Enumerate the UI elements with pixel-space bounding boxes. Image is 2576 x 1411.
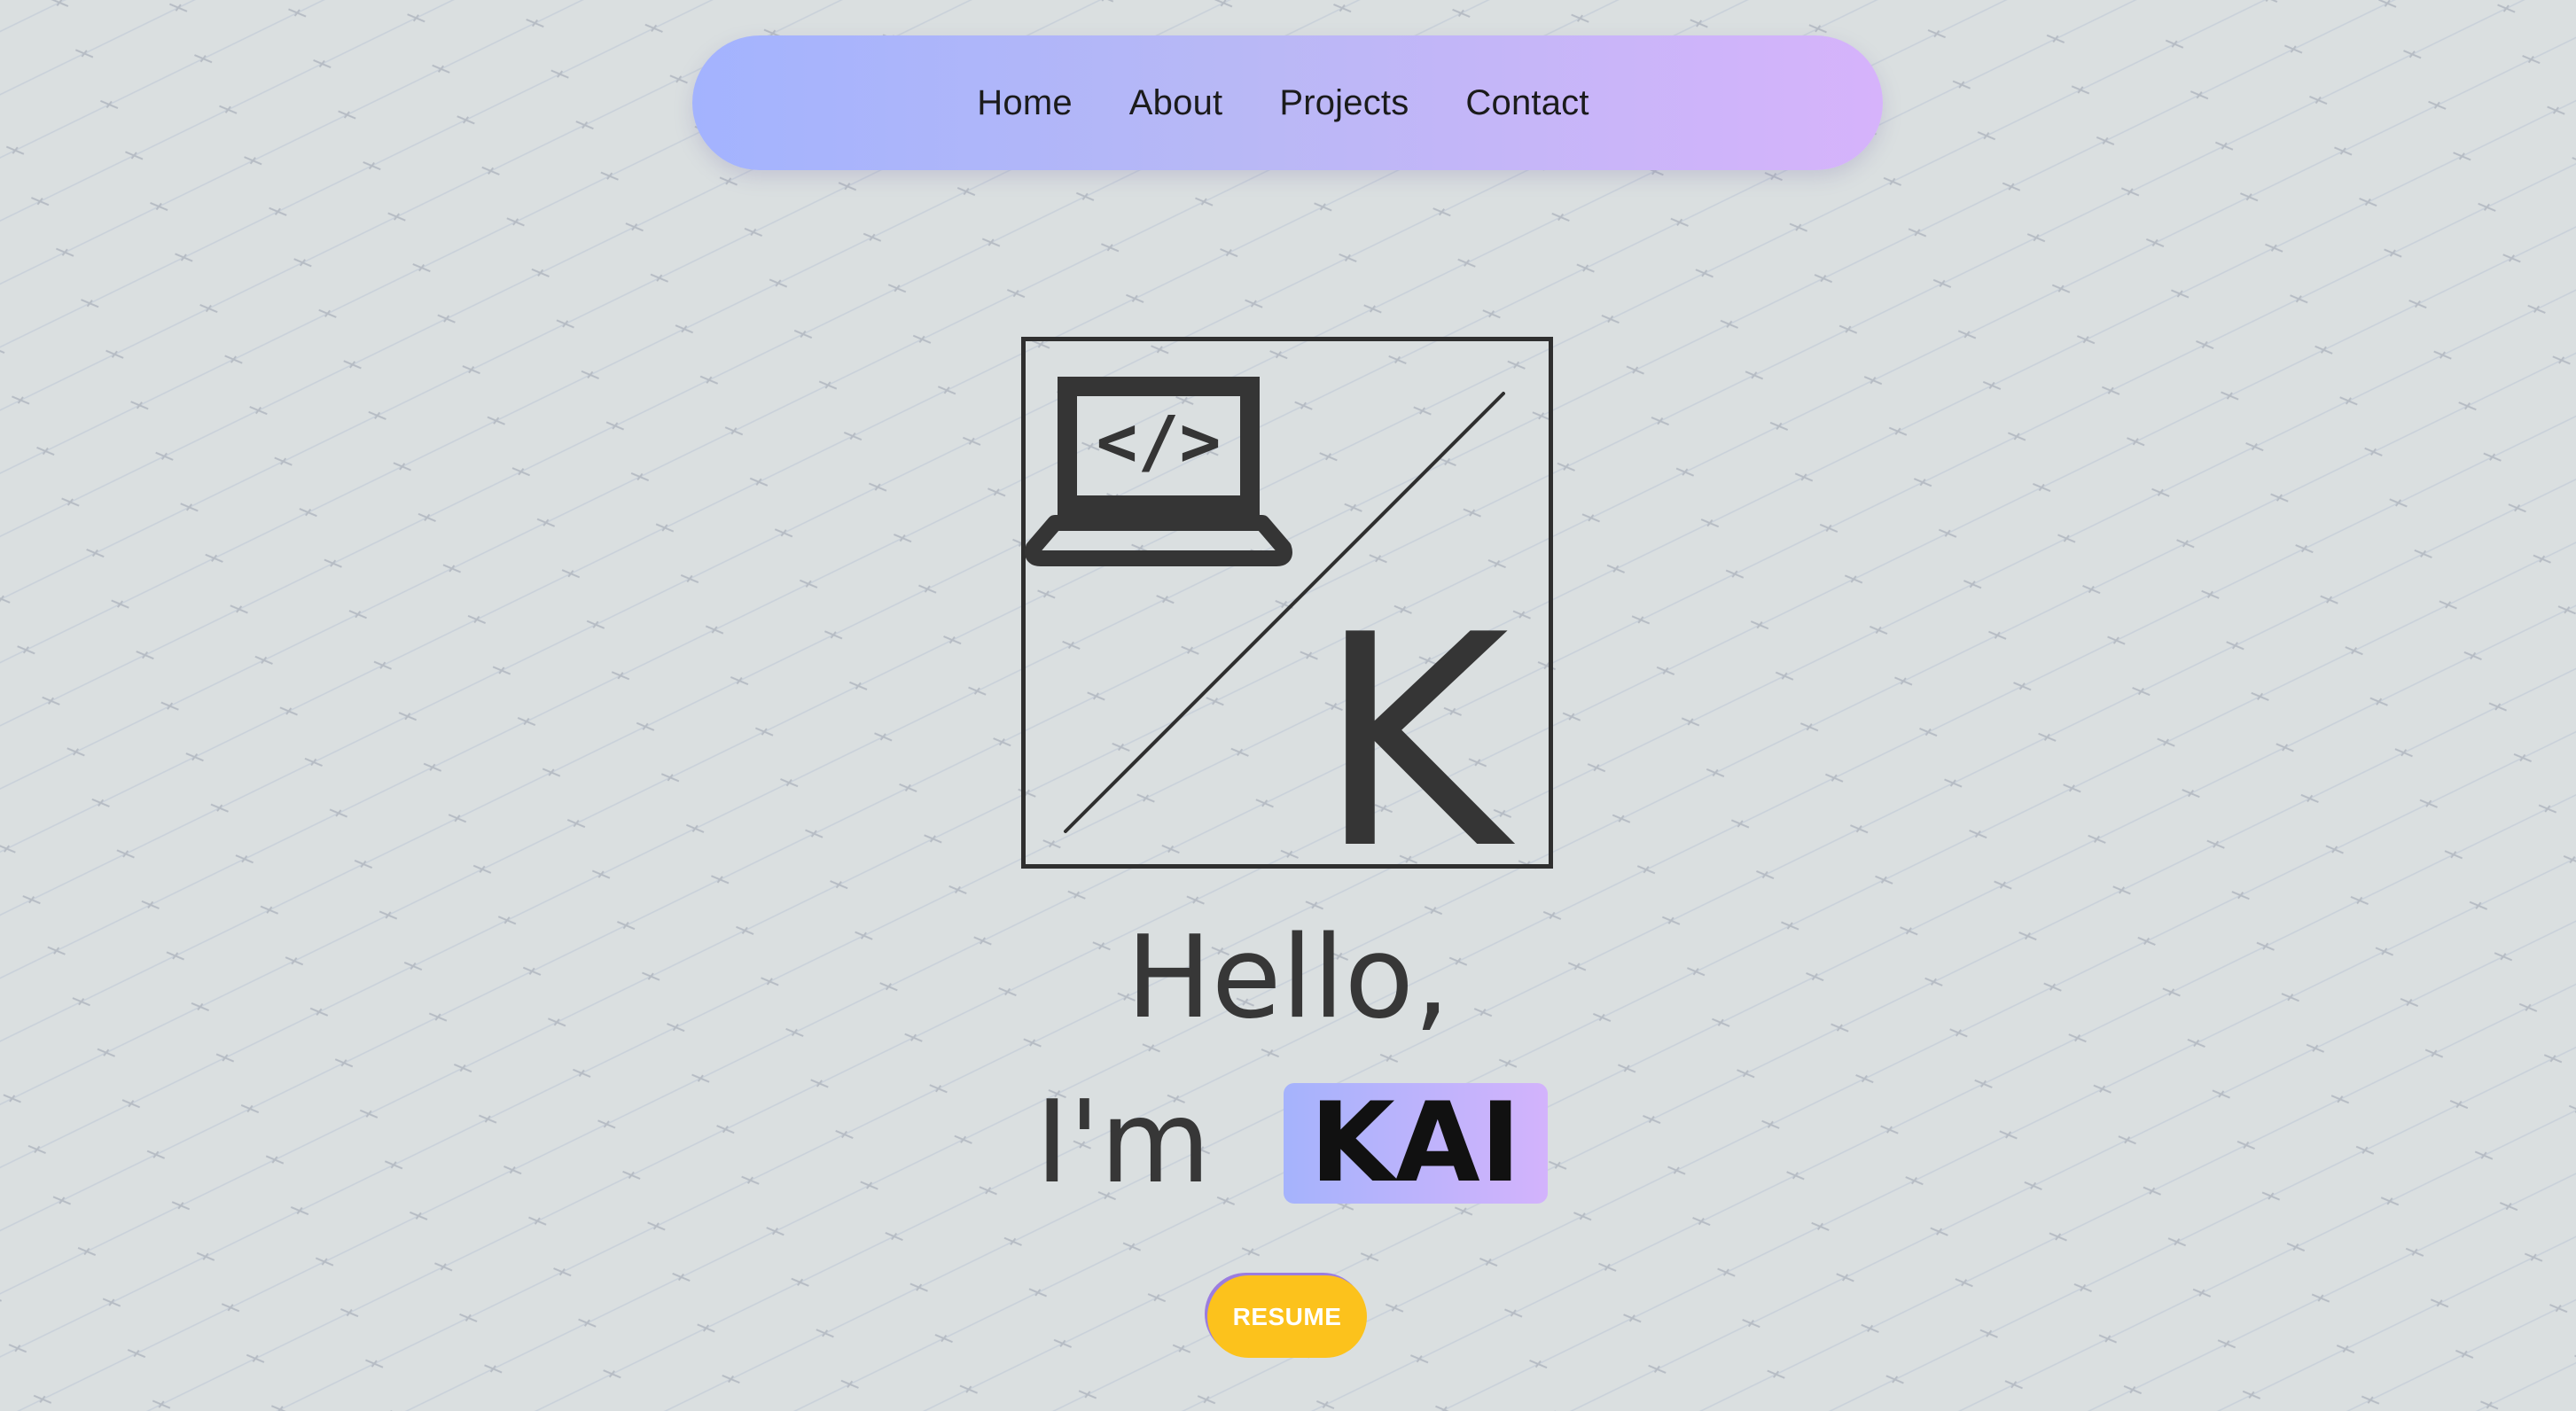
site-logo: </> K bbox=[1021, 337, 1553, 869]
im-text: I'm bbox=[1035, 1077, 1211, 1209]
name-text: KAI bbox=[1309, 1080, 1521, 1207]
nav-links: Home About Projects Contact bbox=[977, 83, 1589, 123]
laptop-code-icon: </> bbox=[1025, 377, 1292, 566]
logo-letter: K bbox=[1317, 573, 1518, 869]
nav-link-about[interactable]: About bbox=[1129, 83, 1223, 123]
nav-link-home[interactable]: Home bbox=[977, 83, 1073, 123]
nav-link-contact[interactable]: Contact bbox=[1465, 83, 1589, 123]
name-highlight: KAI bbox=[1283, 1080, 1548, 1207]
resume-button[interactable]: RESUME bbox=[1207, 1275, 1367, 1358]
intro-line: I'm KAI bbox=[1035, 1081, 1548, 1205]
hello-heading: Hello, bbox=[1126, 912, 1450, 1044]
laptop-code-text: </> bbox=[1097, 402, 1222, 482]
nav-link-projects[interactable]: Projects bbox=[1279, 83, 1409, 123]
top-navbar: Home About Projects Contact bbox=[692, 35, 1883, 170]
